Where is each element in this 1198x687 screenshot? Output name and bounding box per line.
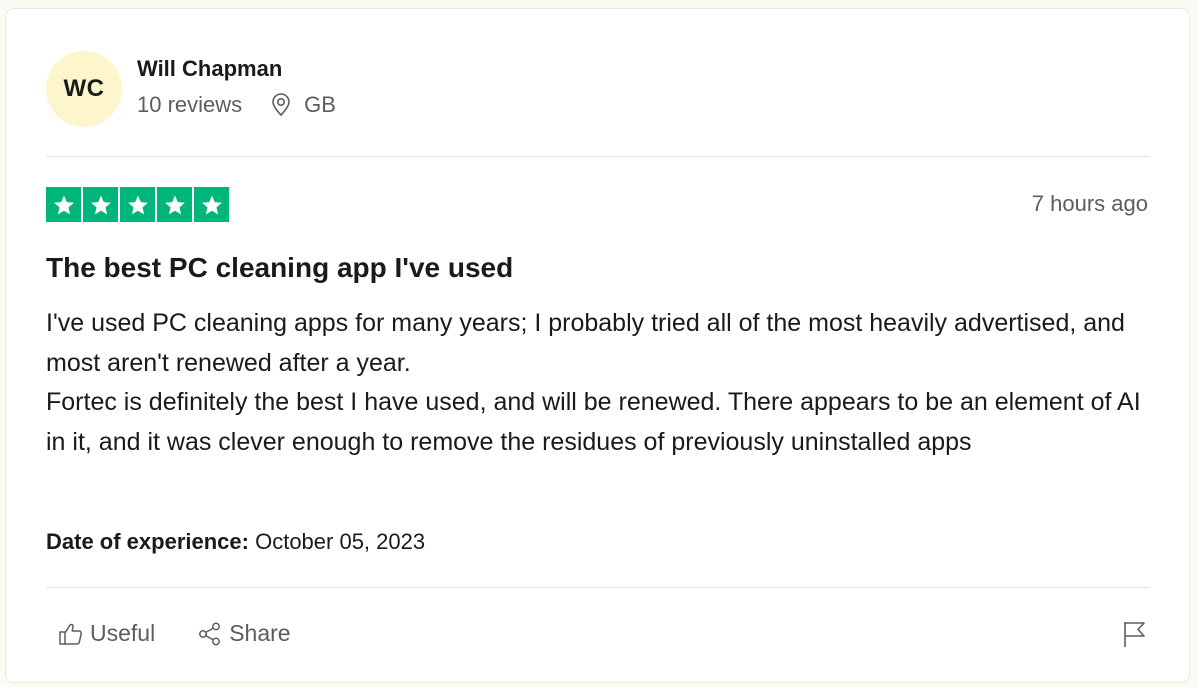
review-paragraph: Fortec is definitely the best I have use…	[46, 388, 1141, 456]
date-of-experience: Date of experience: October 05, 2023	[46, 529, 425, 555]
avatar[interactable]: WC	[46, 51, 122, 127]
reviewer-name[interactable]: Will Chapman	[137, 56, 336, 82]
reviewer-meta: 10 reviews GB	[137, 92, 336, 118]
location-pin-icon	[270, 93, 292, 117]
share-icon	[197, 621, 229, 647]
reviewer-info: Will Chapman 10 reviews GB	[137, 56, 336, 118]
star-icon	[46, 187, 81, 222]
reviews-count: 10 reviews	[137, 92, 243, 117]
star-icon	[120, 187, 155, 222]
reviewer-location: GB	[304, 92, 336, 117]
useful-label: Useful	[90, 620, 156, 646]
review-card: WC Will Chapman 10 reviews GB 7 hours ag…	[5, 8, 1190, 683]
footer-divider	[46, 587, 1150, 588]
flag-icon[interactable]	[1121, 620, 1147, 648]
avatar-initials: WC	[63, 75, 105, 102]
review-body: I've used PC cleaning apps for many year…	[46, 304, 1156, 462]
header-divider	[46, 156, 1150, 157]
reviewer-header: WC Will Chapman 10 reviews GB	[46, 51, 336, 127]
review-actions: Useful Share	[58, 620, 291, 647]
share-button[interactable]: Share	[197, 620, 291, 647]
experience-date: October 05, 2023	[255, 529, 426, 554]
review-title[interactable]: The best PC cleaning app I've used	[46, 252, 513, 284]
star-rating	[46, 187, 229, 222]
experience-label: Date of experience:	[46, 529, 249, 554]
star-icon	[83, 187, 118, 222]
star-icon	[157, 187, 192, 222]
share-label: Share	[229, 620, 291, 646]
thumbs-up-icon	[58, 621, 90, 647]
useful-button[interactable]: Useful	[58, 620, 155, 647]
star-icon	[194, 187, 229, 222]
review-time: 7 hours ago	[1031, 191, 1148, 216]
review-paragraph: I've used PC cleaning apps for many year…	[46, 309, 1125, 377]
